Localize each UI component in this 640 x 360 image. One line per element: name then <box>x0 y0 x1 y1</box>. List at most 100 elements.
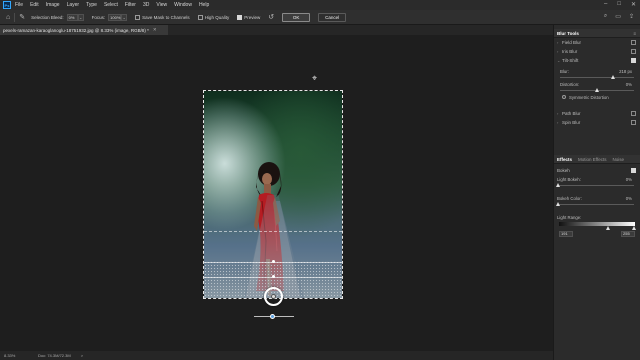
close-icon[interactable]: ✕ <box>631 1 636 8</box>
high-quality-checkbox[interactable]: High Quality <box>197 14 230 20</box>
tab-effects[interactable]: Effects <box>557 157 572 162</box>
selection-bleed-label: Selection Bleed: <box>31 14 64 20</box>
light-bokeh-value[interactable]: 0% <box>612 177 632 182</box>
spin-blur-checkbox[interactable] <box>631 120 636 125</box>
depth-slider[interactable] <box>254 314 294 319</box>
menu-view[interactable]: View <box>156 2 167 8</box>
menu-type[interactable]: Type <box>86 2 97 8</box>
slider-track <box>558 204 634 205</box>
selection-bleed-dropdown[interactable]: ⌄ <box>77 13 84 21</box>
bokeh-color-slider[interactable] <box>555 202 634 207</box>
menu-layer[interactable]: Layer <box>67 2 80 8</box>
depth-slider-knob[interactable] <box>270 314 275 319</box>
menu-image[interactable]: Image <box>46 2 60 8</box>
tilt-shift-feather-line-top[interactable] <box>204 231 342 232</box>
light-range-row: Light Range: <box>554 213 640 221</box>
focus-dropdown[interactable]: ⌄ <box>121 13 128 21</box>
blur-item-path-blur[interactable]: › Path Blur <box>554 109 640 118</box>
slider-thumb[interactable] <box>555 183 560 187</box>
light-bokeh-slider[interactable] <box>555 183 634 188</box>
effects-header: Effects Motion Effects Noise <box>554 155 640 164</box>
document-title: pexels-ramazan-karaoglanoglu-18751932.jp… <box>3 27 149 33</box>
field-blur-checkbox[interactable] <box>631 40 636 45</box>
save-mask-checkbox[interactable]: Save Mask to Channels <box>135 14 190 20</box>
distortion-label: Distortion: <box>560 81 580 87</box>
iris-blur-label: Iris Blur <box>562 49 578 54</box>
bokeh-color-value[interactable]: 0% <box>612 196 632 201</box>
ok-button[interactable]: OK <box>282 12 311 22</box>
menu-edit[interactable]: Edit <box>30 2 39 8</box>
pin-cursor-icon: ⌖ <box>312 73 318 83</box>
slider-thumb[interactable] <box>610 75 615 79</box>
light-range-low-thumb[interactable] <box>606 226 611 230</box>
blur-amount-value[interactable]: 218 px <box>612 69 632 74</box>
tilt-shift-label: Tilt-Shift <box>562 58 579 63</box>
blur-tools-header: Blur Tools ≡ <box>554 29 640 38</box>
light-bokeh-label: Light Bokeh: <box>557 176 581 182</box>
blur-amount-row: Blur: 218 px <box>554 67 640 75</box>
document-tab[interactable]: pexels-ramazan-karaoglanoglu-18751932.jp… <box>0 25 168 35</box>
blur-item-iris-blur[interactable]: › Iris Blur <box>554 47 640 56</box>
focus-line-handle[interactable] <box>272 260 275 263</box>
symmetric-distortion-checkbox[interactable]: Symmetric Distortion <box>554 93 640 101</box>
share-icon[interactable]: ⇪ <box>629 13 634 20</box>
preview-checkbox[interactable]: Preview <box>237 14 260 20</box>
bokeh-checkbox[interactable] <box>631 168 636 173</box>
path-blur-checkbox[interactable] <box>631 111 636 116</box>
panel-menu-icon[interactable]: ≡ <box>633 31 636 36</box>
close-tab-icon[interactable]: ✕ <box>153 27 157 33</box>
menu-window[interactable]: Window <box>174 2 192 8</box>
tab-motion-effects[interactable]: Motion Effects <box>578 157 606 162</box>
search-icon[interactable]: ⌕ <box>604 13 607 20</box>
menu-3d[interactable]: 3D <box>143 2 149 8</box>
distortion-row: Distortion: 0% <box>554 80 640 88</box>
iris-blur-checkbox[interactable] <box>631 49 636 54</box>
menu-help[interactable]: Help <box>199 2 209 8</box>
bokeh-color-label: Bokeh Color: <box>557 195 582 201</box>
focus-line-handle[interactable] <box>272 275 275 278</box>
bokeh-row[interactable]: Bokeh <box>554 166 640 175</box>
focus-input[interactable]: 100% <box>108 13 122 21</box>
checkbox-box <box>562 95 566 99</box>
slider-thumb[interactable] <box>555 202 560 206</box>
path-blur-label: Path Blur <box>562 111 581 116</box>
blur-gallery-panel: Blur Tools ≡ › Field Blur › Iris Blur ⌄ … <box>553 25 640 360</box>
blur-item-field-blur[interactable]: › Field Blur <box>554 38 640 47</box>
minimize-icon[interactable]: – <box>604 1 607 8</box>
light-range-low-input[interactable]: 191 <box>559 231 573 237</box>
slider-thumb[interactable] <box>594 88 599 92</box>
blur-item-spin-blur[interactable]: › Spin Blur <box>554 118 640 127</box>
slider-track <box>558 185 634 186</box>
tab-noise[interactable]: Noise <box>612 157 624 162</box>
tool-preset-icon[interactable]: ✎ <box>19 13 25 21</box>
tilt-shift-checkbox[interactable] <box>631 58 636 63</box>
status-menu-icon[interactable]: > <box>81 353 83 358</box>
distortion-value[interactable]: 0% <box>612 82 632 87</box>
zoom-level[interactable]: 8.33% <box>4 353 30 358</box>
status-bar: 8.33% Doc: 74.3M/72.3M > <box>0 351 553 360</box>
window-controls: – □ ✕ <box>604 1 636 8</box>
doc-size: Doc: 74.3M/72.3M <box>38 353 71 358</box>
field-blur-label: Field Blur <box>562 40 582 45</box>
reset-icon[interactable]: ↺ <box>268 13 274 21</box>
home-icon[interactable]: ⌂ <box>6 14 10 21</box>
document-tab-bar: pexels-ramazan-karaoglanoglu-18751932.jp… <box>0 25 553 35</box>
menu-filter[interactable]: Filter <box>125 2 136 8</box>
canvas-image[interactable] <box>204 91 342 298</box>
selection-bleed-input[interactable]: 0% <box>66 13 78 21</box>
blur-item-tilt-shift[interactable]: ⌄ Tilt-Shift <box>554 56 640 65</box>
menu-file[interactable]: File <box>15 2 23 8</box>
blur-pin-center[interactable] <box>271 294 276 299</box>
divider <box>14 12 16 22</box>
light-range-high-input[interactable]: 255 <box>621 231 635 237</box>
menu-select[interactable]: Select <box>104 2 118 8</box>
workspace-icon[interactable]: ▭ <box>615 13 621 20</box>
light-range-high-thumb[interactable] <box>631 226 636 230</box>
cancel-button[interactable]: Cancel <box>318 12 347 22</box>
blur-pin-ring[interactable] <box>264 287 283 306</box>
high-quality-label: High Quality <box>204 14 230 20</box>
maximize-icon[interactable]: □ <box>617 1 621 8</box>
light-range-gradient[interactable] <box>559 222 636 230</box>
blur-tools-title[interactable]: Blur Tools <box>557 31 579 36</box>
panel-spacer <box>554 127 640 155</box>
